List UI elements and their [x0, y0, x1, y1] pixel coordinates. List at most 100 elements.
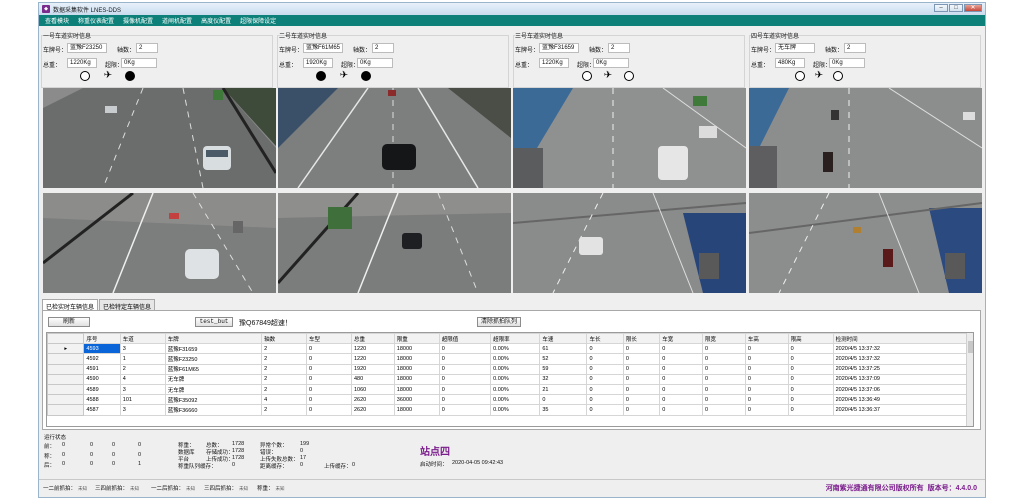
table-cell[interactable]: 0.00%	[490, 404, 541, 416]
table-vertical-scrollbar[interactable]	[966, 333, 973, 426]
table-cell[interactable]: 0	[702, 394, 746, 406]
table-cell[interactable]: 4587	[83, 404, 121, 416]
table-cell[interactable]: 18000	[393, 353, 440, 365]
table-cell[interactable]: 2020/4/5 13:37:09	[832, 373, 973, 385]
plate-field[interactable]: 无车牌	[775, 43, 815, 53]
table-row[interactable]: ▸ 4593 3 蓝豫F31659 2 0 1220 18000 0 0.00% 61 0 0 0 0 0 0 2…	[47, 343, 973, 355]
camera-snapshot[interactable]	[513, 193, 746, 293]
table-cell[interactable]: 0	[622, 373, 661, 385]
camera-snapshot[interactable]	[749, 88, 982, 188]
table-cell[interactable]: 0	[586, 343, 624, 355]
table-cell[interactable]: 2020/4/5 13:36:49	[832, 394, 973, 406]
overload-field[interactable]: 0Kg	[357, 58, 393, 68]
table-cell[interactable]: 0.00%	[490, 373, 541, 385]
table-cell[interactable]: 0	[702, 404, 746, 416]
table-cell[interactable]: 2020/4/5 13:37:06	[832, 383, 973, 396]
camera-snapshot[interactable]	[749, 193, 982, 293]
menu-barrier-config[interactable]: 道闸机配置	[162, 16, 192, 25]
table-cell[interactable]: 0	[787, 353, 834, 365]
table-cell[interactable]: 0	[659, 383, 704, 396]
table-cell[interactable]: 101	[119, 394, 166, 406]
table-cell[interactable]: 0	[586, 383, 624, 396]
column-header[interactable]: 序号	[83, 333, 121, 345]
table-cell[interactable]: 0	[744, 363, 789, 375]
table-cell[interactable]: 0	[622, 404, 661, 416]
table-cell[interactable]: 0	[586, 353, 624, 365]
table-cell[interactable]: 0	[438, 363, 492, 375]
table-cell[interactable]: 2620	[350, 394, 395, 406]
column-header[interactable]: 车牌	[164, 333, 263, 345]
table-row[interactable]: 4590 4 无车牌 2 0 480 18000 0 0.00% 32 0 0 0 0 0 0 2020/4/5…	[47, 373, 973, 385]
table-cell[interactable]: 0	[306, 363, 352, 375]
table-cell[interactable]: 0	[438, 353, 492, 365]
column-header[interactable]: 限重	[393, 333, 440, 345]
tab-realtime-vehicles[interactable]: 已检实时车辆信息	[42, 299, 99, 311]
table-cell[interactable]: 0	[306, 404, 352, 416]
table-cell[interactable]: 0	[586, 363, 624, 375]
table-cell[interactable]: 2	[261, 373, 308, 385]
table-cell[interactable]: 蓝豫F61M65	[164, 363, 263, 375]
table-cell[interactable]: 无车牌	[164, 373, 263, 385]
column-header[interactable]: 车高	[744, 333, 789, 345]
table-cell[interactable]: 0.00%	[490, 363, 541, 375]
weight-field[interactable]: 1920Kg	[303, 58, 333, 68]
camera-snapshot[interactable]	[278, 88, 511, 188]
column-header[interactable]: 车长	[586, 333, 624, 345]
column-header[interactable]: 超限值	[438, 333, 492, 345]
table-cell[interactable]: 0	[659, 343, 704, 355]
table-cell[interactable]: 3	[119, 343, 166, 355]
table-cell[interactable]: 0	[306, 353, 352, 365]
table-cell[interactable]: 0.00%	[490, 394, 541, 406]
table-cell[interactable]: 0.00%	[490, 383, 541, 396]
table-cell[interactable]: 18000	[393, 363, 440, 375]
overload-field[interactable]: 0Kg	[593, 58, 629, 68]
table-cell[interactable]: 0	[744, 404, 789, 416]
menu-camera-config[interactable]: 摄像机配置	[123, 16, 153, 25]
table-cell[interactable]: 4588	[83, 394, 121, 406]
weight-field[interactable]: 1220Kg	[67, 58, 97, 68]
table-cell[interactable]: 2020/4/5 13:37:32	[832, 343, 973, 355]
table-cell[interactable]: 0	[787, 394, 834, 406]
table-cell[interactable]: 0.00%	[490, 343, 541, 355]
table-cell[interactable]: 35	[539, 404, 588, 416]
table-cell[interactable]: 18000	[393, 373, 440, 385]
column-header[interactable]: 车速	[539, 333, 588, 345]
table-cell[interactable]: 0	[586, 394, 624, 406]
table-cell[interactable]: 0	[438, 404, 492, 416]
table-cell[interactable]: 4593	[83, 343, 121, 355]
table-cell[interactable]: 1060	[350, 383, 395, 396]
table-cell[interactable]: 0	[539, 394, 588, 406]
column-header[interactable]: 超限率	[490, 333, 541, 345]
table-cell[interactable]: 2	[261, 343, 308, 355]
table-cell[interactable]: 4	[119, 373, 166, 385]
table-cell[interactable]: 2620	[350, 404, 395, 416]
row-header[interactable]	[47, 353, 85, 365]
table-cell[interactable]: 2	[261, 363, 308, 375]
table-cell[interactable]: 3	[119, 383, 166, 396]
table-cell[interactable]: 0	[586, 404, 624, 416]
table-cell[interactable]: 0	[787, 383, 834, 396]
table-cell[interactable]: 1920	[350, 363, 395, 375]
camera-snapshot[interactable]	[278, 193, 511, 293]
table-cell[interactable]: 0	[622, 363, 661, 375]
table-cell[interactable]: 0	[744, 353, 789, 365]
table-cell[interactable]: 0	[586, 373, 624, 385]
table-cell[interactable]: 32	[539, 373, 588, 385]
table-cell[interactable]: 4591	[83, 363, 121, 375]
table-cell[interactable]: 0	[787, 363, 834, 375]
table-cell[interactable]: 0	[622, 394, 661, 406]
table-cell[interactable]: 4590	[83, 373, 121, 385]
table-cell[interactable]: 18000	[393, 343, 440, 355]
table-cell[interactable]: 18000	[393, 383, 440, 396]
table-cell[interactable]: 0	[787, 404, 834, 416]
table-cell[interactable]: 0	[306, 383, 352, 396]
table-cell[interactable]: 0	[438, 383, 492, 396]
table-cell[interactable]: 0	[622, 343, 661, 355]
table-cell[interactable]: 0	[702, 373, 746, 385]
table-cell[interactable]: 4	[261, 394, 308, 406]
test-button[interactable]: test_but	[195, 317, 233, 327]
row-header[interactable]: ▸	[47, 343, 85, 355]
table-cell[interactable]: 2	[261, 353, 308, 365]
weight-field[interactable]: 1220Kg	[539, 58, 569, 68]
table-cell[interactable]: 4592	[83, 353, 121, 365]
